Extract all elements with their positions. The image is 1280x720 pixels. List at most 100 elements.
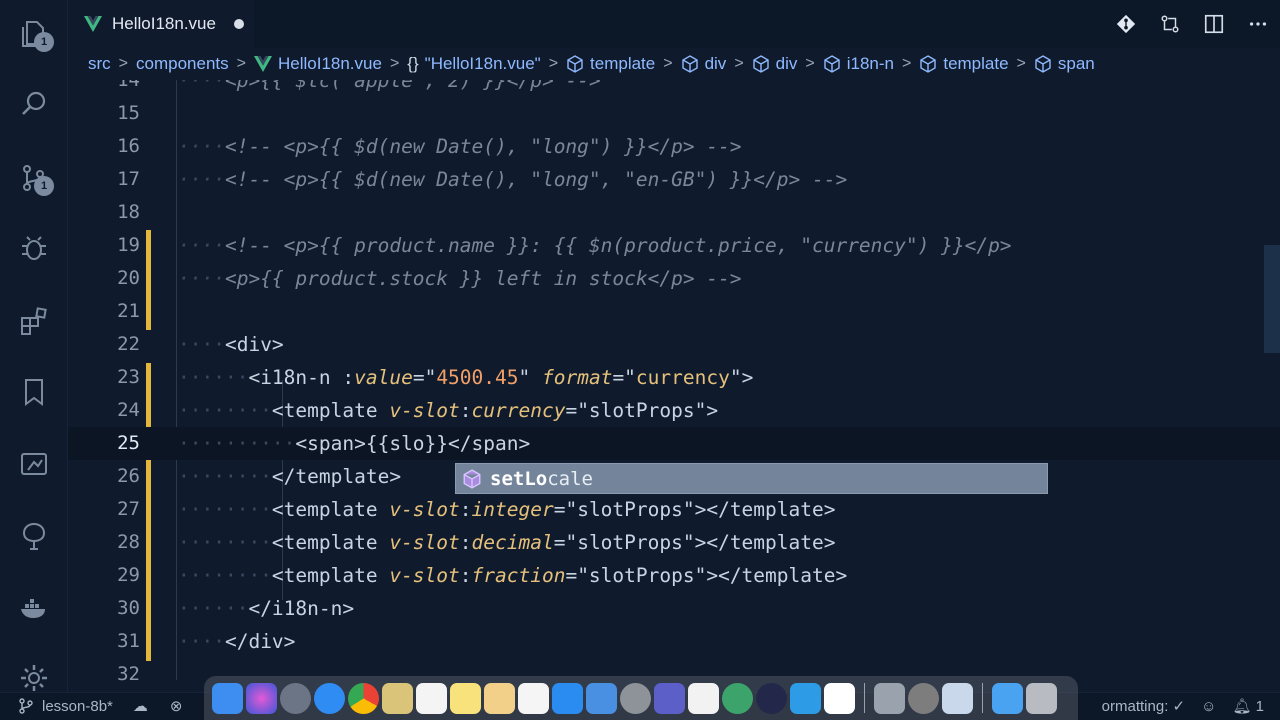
mail-stamp-icon[interactable] bbox=[382, 682, 413, 714]
chevron-right-icon: > bbox=[663, 55, 673, 72]
branch-icon bbox=[19, 698, 33, 714]
breadcrumb-component-label: "HelloI18n.vue" bbox=[424, 54, 541, 73]
source-control-button[interactable]: 1 bbox=[0, 148, 68, 208]
breadcrumb-i18n-n[interactable]: i18n-n bbox=[823, 54, 894, 74]
breadcrumb-div[interactable]: div bbox=[681, 54, 726, 74]
more-actions-button[interactable] bbox=[1236, 0, 1280, 48]
photo-booth-icon[interactable] bbox=[908, 682, 939, 714]
debug-button[interactable] bbox=[0, 218, 68, 278]
search-icon bbox=[22, 91, 46, 115]
sync-icon[interactable]: ☁ bbox=[133, 697, 148, 715]
macos-dock bbox=[204, 676, 1078, 720]
slack-icon[interactable] bbox=[688, 682, 719, 714]
code-line: 23 ······<i18n-n :value="4500.45" format… bbox=[68, 361, 1280, 394]
notifications[interactable]: 🔔︎ 1 bbox=[1232, 697, 1264, 715]
tab-bar: HelloI18n.vue bbox=[68, 0, 1280, 48]
tab-title: HelloI18n.vue bbox=[112, 14, 216, 33]
code-line: 28 ········<template v-slot:decimal="slo… bbox=[68, 526, 1280, 559]
tree-icon bbox=[22, 522, 46, 550]
explorer-button[interactable]: 1 bbox=[0, 4, 68, 64]
textedit-icon[interactable] bbox=[484, 682, 515, 714]
line-number: 31 bbox=[117, 630, 140, 652]
cube-icon bbox=[681, 55, 698, 73]
tab-helloi18n[interactable]: HelloI18n.vue bbox=[68, 0, 254, 48]
line-code: ········<template v-slot:decimal="slotPr… bbox=[178, 531, 836, 554]
breadcrumb-div-2[interactable]: div bbox=[752, 54, 797, 74]
search-button[interactable] bbox=[0, 74, 68, 134]
unsaved-dot-icon[interactable] bbox=[233, 19, 244, 29]
vscode-icon[interactable] bbox=[790, 682, 821, 714]
launchpad-icon[interactable] bbox=[280, 682, 311, 714]
branch-name[interactable]: lesson-8b* bbox=[42, 698, 113, 715]
remote-button[interactable] bbox=[0, 434, 68, 494]
git-compare-button[interactable] bbox=[1104, 0, 1148, 48]
calendar-icon[interactable] bbox=[416, 682, 447, 714]
chrome-icon[interactable] bbox=[348, 682, 379, 714]
activity-bar: 1 1 bbox=[0, 0, 68, 720]
notification-count: 1 bbox=[1255, 698, 1264, 715]
extensions-button[interactable] bbox=[0, 292, 68, 352]
open-changes-button[interactable] bbox=[1148, 0, 1192, 48]
autocomplete-item[interactable]: setLocale bbox=[455, 463, 1048, 494]
vue-file-icon bbox=[84, 16, 102, 32]
line-number: 28 bbox=[117, 531, 140, 553]
remote-icon bbox=[21, 453, 47, 475]
line-code: ····<p>{{ $tc("apple", 2) }}</p> --> bbox=[178, 80, 601, 92]
keynote-icon[interactable] bbox=[586, 682, 617, 714]
line-code: ······<i18n-n :value="4500.45" format="c… bbox=[178, 366, 754, 389]
line-number: 17 bbox=[117, 168, 140, 190]
code-editor[interactable]: 14 ····<p>{{ $tc("apple", 2) }}</p> --> … bbox=[68, 80, 1280, 720]
line-number: 15 bbox=[117, 102, 140, 124]
dock-separator bbox=[864, 683, 865, 713]
method-cube-icon bbox=[463, 468, 481, 489]
breadcrumb-component[interactable]: {} "HelloI18n.vue" bbox=[407, 54, 540, 74]
breadcrumb-template-2[interactable]: template bbox=[919, 54, 1009, 74]
screenshot-icon[interactable] bbox=[942, 682, 973, 714]
line-number: 14 bbox=[117, 80, 140, 91]
breadcrumb-file[interactable]: HelloI18n.vue bbox=[253, 54, 382, 74]
breadcrumb-file-label: HelloI18n.vue bbox=[277, 54, 382, 73]
trash-icon[interactable] bbox=[1026, 682, 1057, 714]
reminders-icon[interactable] bbox=[518, 682, 549, 714]
safari-icon[interactable] bbox=[314, 682, 345, 714]
code-line: 18 bbox=[68, 196, 1280, 229]
app-store-icon[interactable] bbox=[552, 682, 583, 714]
downloads-folder-icon[interactable] bbox=[992, 682, 1023, 714]
bookmark-icon bbox=[25, 379, 43, 406]
code-line: 31 ····</div> bbox=[68, 625, 1280, 658]
line-number: 19 bbox=[117, 234, 140, 256]
teams-icon[interactable] bbox=[654, 682, 685, 714]
chevron-right-icon: > bbox=[734, 55, 744, 72]
bookmarks-button[interactable] bbox=[0, 362, 68, 422]
cube-icon bbox=[1035, 55, 1051, 73]
errors-icon[interactable]: ⊗ bbox=[170, 697, 183, 715]
docker-icon bbox=[21, 599, 45, 618]
scrollbar-thumb[interactable] bbox=[1264, 245, 1280, 353]
finder-icon[interactable] bbox=[212, 682, 243, 714]
breadcrumb-span[interactable]: span bbox=[1034, 54, 1095, 74]
network-icon[interactable] bbox=[722, 682, 753, 714]
preview-icon[interactable] bbox=[874, 682, 905, 714]
breadcrumb-template[interactable]: template bbox=[566, 54, 655, 74]
breadcrumb-src[interactable]: src bbox=[88, 54, 111, 74]
tree-view-button[interactable] bbox=[0, 506, 68, 566]
breadcrumb-template-2-label: template bbox=[943, 54, 1009, 73]
line-number: 27 bbox=[117, 498, 140, 520]
chevron-right-icon: > bbox=[118, 55, 129, 72]
feedback-icon[interactable]: ☺ bbox=[1201, 698, 1216, 715]
notes-icon[interactable] bbox=[450, 682, 481, 714]
eclipse-icon[interactable] bbox=[756, 682, 787, 714]
line-number: 24 bbox=[117, 399, 140, 421]
compare-changes-icon bbox=[1161, 15, 1179, 33]
line-number: 23 bbox=[117, 366, 140, 388]
cube-icon bbox=[752, 55, 769, 73]
breadcrumb-components[interactable]: components bbox=[136, 54, 229, 74]
formatting-status[interactable]: ormatting: ✓ bbox=[1102, 697, 1185, 715]
siri-icon[interactable] bbox=[246, 682, 277, 714]
code-line: 20 ····<p>{{ product.stock }} left in st… bbox=[68, 262, 1280, 295]
code-line: 14 ····<p>{{ $tc("apple", 2) }}</p> --> bbox=[68, 80, 1280, 97]
system-preferences-icon[interactable] bbox=[620, 682, 651, 714]
notion-icon[interactable] bbox=[824, 682, 855, 714]
docker-button[interactable] bbox=[0, 578, 68, 638]
split-editor-button[interactable] bbox=[1192, 0, 1236, 48]
